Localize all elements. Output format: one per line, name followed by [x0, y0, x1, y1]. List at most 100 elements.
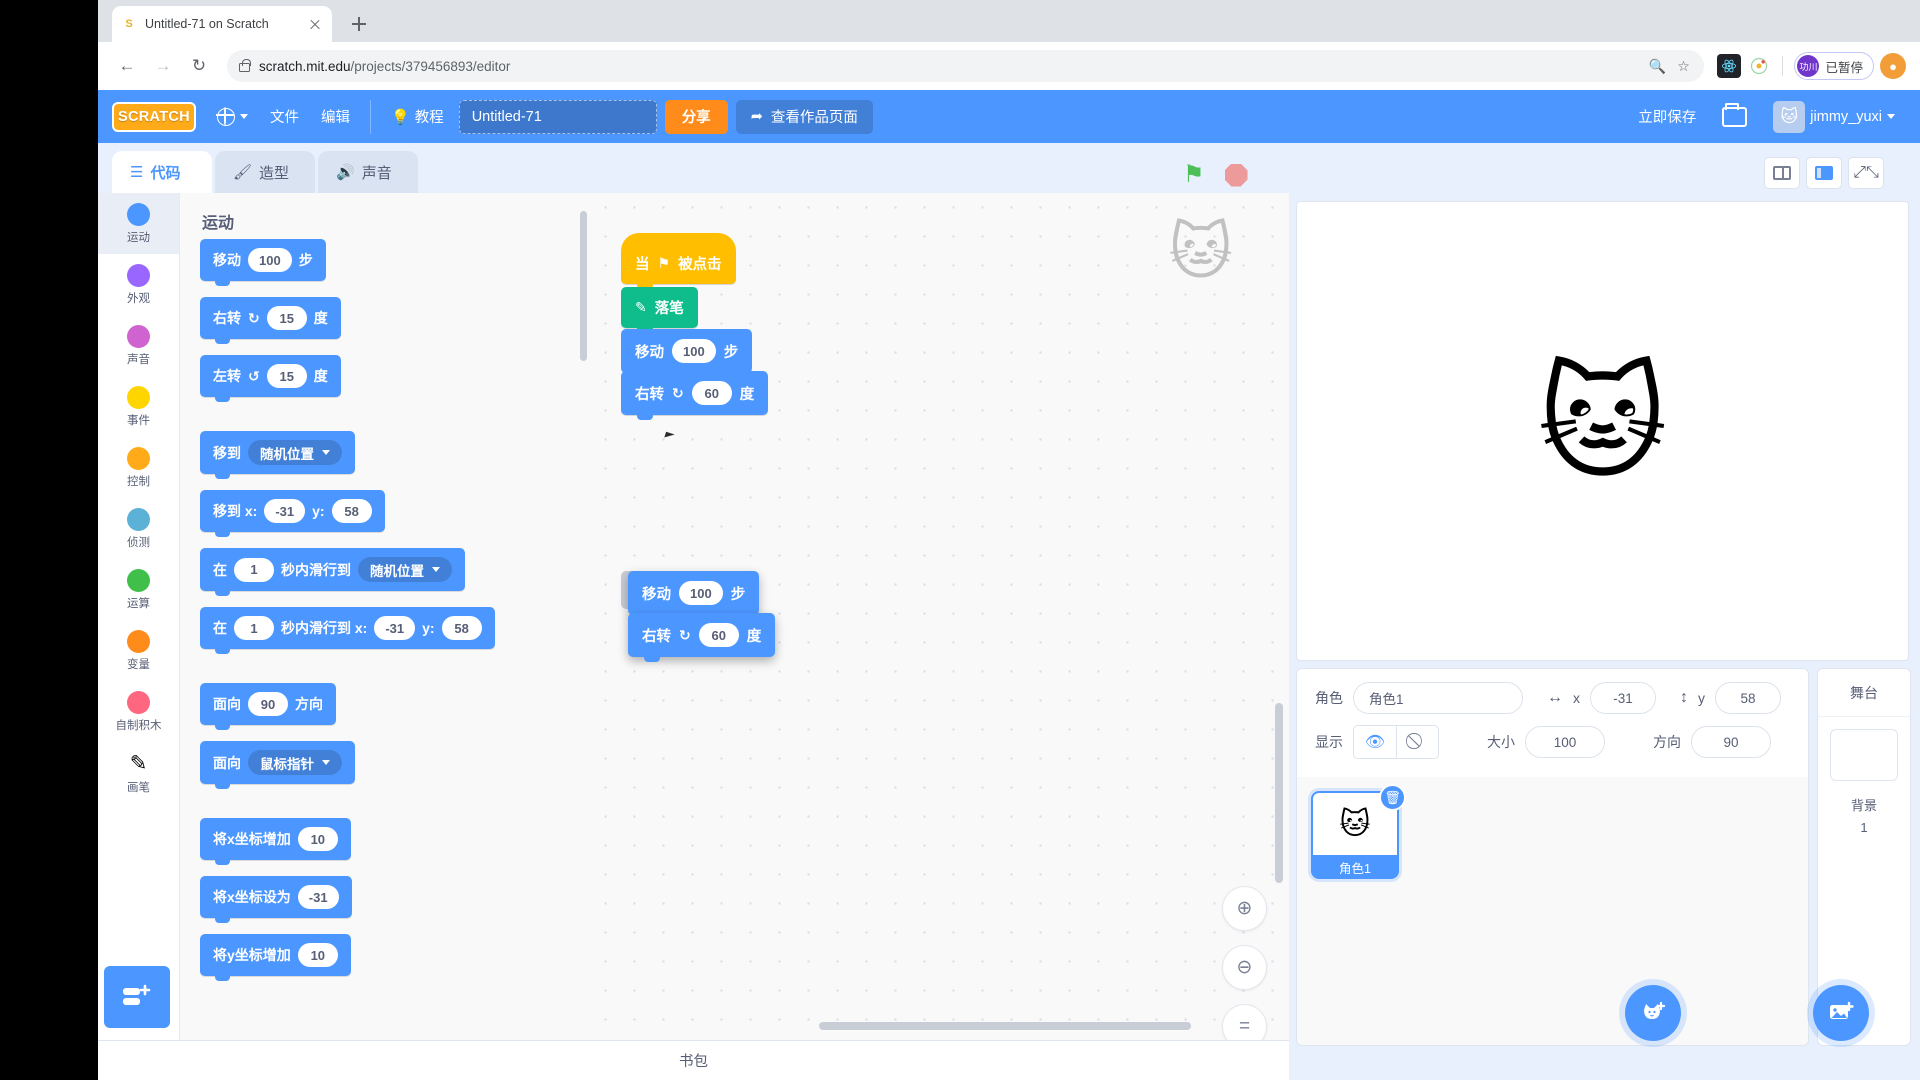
close-tab-icon[interactable]: [307, 16, 323, 32]
add-backdrop-button[interactable]: [1813, 985, 1869, 1041]
orbit-extension-icon[interactable]: [1747, 54, 1771, 78]
block-input-field[interactable]: 1: [234, 557, 274, 582]
block-input-field[interactable]: 60: [698, 623, 739, 647]
address-bar[interactable]: scratch.mit.edu/projects/379456893/edito…: [227, 50, 1705, 82]
block-input-field[interactable]: 100: [679, 581, 723, 605]
palette-block[interactable]: 左转 ↺ 15 度: [200, 355, 341, 402]
show-sprite-button[interactable]: 👁: [1354, 726, 1396, 758]
block-palette[interactable]: 运动 移动 100 步右转 ↻ 15 度左转 ↺ 15 度移到 随机位置 移到 x: -31 y: 58 在…: [180, 193, 591, 1040]
see-project-page-button[interactable]: ➦ 查看作品页面: [735, 99, 873, 134]
direction-input[interactable]: 90: [1691, 726, 1771, 758]
palette-block[interactable]: 在 1 秒内滑行到 随机位置: [200, 548, 465, 596]
palette-block[interactable]: 将x坐标设为 -31: [200, 876, 352, 923]
block-dropdown[interactable]: 鼠标指针: [248, 750, 342, 775]
dragged-script-block[interactable]: 移动 100 步: [628, 571, 760, 620]
palette-block[interactable]: 右转 ↻ 15 度: [200, 297, 341, 344]
bookmark-star-icon[interactable]: ☆: [1674, 57, 1692, 75]
palette-block[interactable]: 移到 随机位置: [200, 431, 355, 479]
add-sprite-button[interactable]: [1625, 985, 1681, 1041]
block-dropdown[interactable]: 随机位置: [248, 440, 342, 465]
size-input[interactable]: 100: [1525, 726, 1605, 758]
zoom-reset-button[interactable]: =: [1222, 1004, 1267, 1040]
canvas-horizontal-scrollbar[interactable]: [819, 1022, 1191, 1030]
category-operators[interactable]: 运算: [98, 559, 179, 620]
search-icon[interactable]: 🔍: [1648, 57, 1666, 75]
account-menu[interactable]: 🐱 jimmy_yuxi: [1762, 94, 1906, 140]
script-block[interactable]: ✎ 落笔: [621, 287, 698, 333]
tutorials-button[interactable]: 💡 教程: [380, 99, 455, 134]
zoom-in-button[interactable]: ⊕: [1222, 886, 1267, 931]
category-control[interactable]: 控制: [98, 437, 179, 498]
zoom-out-button[interactable]: ⊖: [1222, 945, 1267, 990]
block-input-field[interactable]: 90: [248, 692, 288, 716]
fullscreen-button[interactable]: ⤢⤡: [1848, 157, 1884, 189]
block-input-field[interactable]: 100: [248, 248, 292, 272]
small-stage-button[interactable]: [1764, 157, 1800, 189]
share-button[interactable]: 分享: [664, 99, 728, 134]
category-sensing[interactable]: 侦测: [98, 498, 179, 559]
x-input[interactable]: -31: [1590, 682, 1656, 714]
block-input-field[interactable]: 1: [234, 616, 274, 640]
edit-menu[interactable]: 编辑: [310, 99, 361, 134]
category-events[interactable]: 事件: [98, 376, 179, 437]
category-variables[interactable]: 变量: [98, 620, 179, 681]
palette-block[interactable]: 移动 100 步: [200, 239, 326, 286]
block-input-field[interactable]: 10: [297, 827, 338, 851]
react-devtools-icon[interactable]: [1717, 54, 1742, 78]
scratch-logo[interactable]: SCRATCH: [112, 101, 196, 132]
canvas-vertical-scrollbar[interactable]: [1275, 703, 1283, 883]
category-sound[interactable]: 声音: [98, 315, 179, 376]
palette-block[interactable]: 在 1 秒内滑行到 x: -31 y: 58: [200, 607, 495, 654]
file-menu[interactable]: 文件: [259, 99, 310, 134]
category-looks[interactable]: 外观: [98, 254, 179, 315]
project-title-input[interactable]: Untitled-71: [458, 99, 657, 134]
script-block[interactable]: 当 ⚑ 被点击: [621, 233, 736, 289]
hide-sprite-button[interactable]: ⃠: [1396, 726, 1438, 758]
category-motion[interactable]: 运动: [98, 193, 179, 254]
large-stage-button[interactable]: [1806, 157, 1842, 189]
dragged-script-block[interactable]: 右转 ↻ 60 度: [628, 613, 776, 662]
profile-avatar[interactable]: ●: [1880, 53, 1906, 79]
script-block[interactable]: 右转 ↻ 60 度: [621, 371, 769, 420]
palette-scrollbar[interactable]: [580, 211, 587, 361]
block-input-field[interactable]: -31: [297, 885, 339, 909]
new-tab-button[interactable]: [346, 11, 372, 37]
palette-block[interactable]: 移到 x: -31 y: 58: [200, 490, 385, 537]
tab-code[interactable]: ☰ 代码: [112, 151, 212, 193]
category-pen[interactable]: ✎ 画笔: [98, 742, 179, 803]
save-now-button[interactable]: 立即保存: [1627, 99, 1707, 134]
tab-costumes[interactable]: 🖌 造型: [215, 151, 315, 193]
y-input[interactable]: 58: [1715, 682, 1781, 714]
block-input-field[interactable]: 15: [266, 306, 307, 330]
palette-block[interactable]: 将y坐标增加 10: [200, 934, 351, 981]
block-input-field[interactable]: -31: [374, 616, 416, 640]
block-input-field[interactable]: 10: [297, 943, 338, 967]
palette-block[interactable]: 面向 90 方向: [200, 683, 336, 730]
block-input-field[interactable]: -31: [264, 499, 306, 523]
block-input-field[interactable]: 60: [691, 381, 732, 405]
reload-icon[interactable]: ↻: [184, 51, 214, 81]
forward-icon[interactable]: →: [148, 51, 178, 81]
block-input-field[interactable]: 58: [331, 499, 372, 523]
block-input-field[interactable]: 100: [672, 339, 716, 363]
my-stuff-button[interactable]: [1711, 100, 1758, 134]
status-badge[interactable]: 功川 已暂停: [1794, 52, 1874, 80]
add-extension-button[interactable]: [104, 966, 170, 1028]
backpack-bar[interactable]: 书包: [98, 1040, 1289, 1080]
block-input-field[interactable]: 15: [266, 364, 307, 388]
category-my-blocks[interactable]: 自制积木: [98, 681, 179, 742]
script-block[interactable]: 移动 100 步: [621, 329, 753, 378]
green-flag-icon[interactable]: ⚑: [1183, 163, 1205, 187]
code-canvas[interactable]: 🐱 当 ⚑ 被点击 ✎ 落笔 移动 100 步右转 ↻ 60 度 移动 100 步右转 ↻ 60 度 ⊕ ⊖ …: [591, 193, 1289, 1040]
tab-sounds[interactable]: 🔊 声音: [318, 151, 418, 193]
browser-tab[interactable]: S Untitled-71 on Scratch: [112, 6, 332, 42]
language-menu[interactable]: [206, 101, 259, 133]
cat-sprite-icon[interactable]: 🐱: [1537, 351, 1667, 496]
backdrop-thumbnail[interactable]: [1830, 729, 1898, 781]
sprite-name-input[interactable]: 角色1: [1353, 682, 1523, 714]
sprite-list-item[interactable]: 🐱 角色1 🗑: [1311, 784, 1406, 879]
palette-block[interactable]: 将x坐标增加 10: [200, 818, 351, 865]
block-input-field[interactable]: 58: [441, 616, 482, 640]
stop-icon[interactable]: [1224, 163, 1248, 187]
palette-block[interactable]: 面向 鼠标指针: [200, 741, 355, 789]
